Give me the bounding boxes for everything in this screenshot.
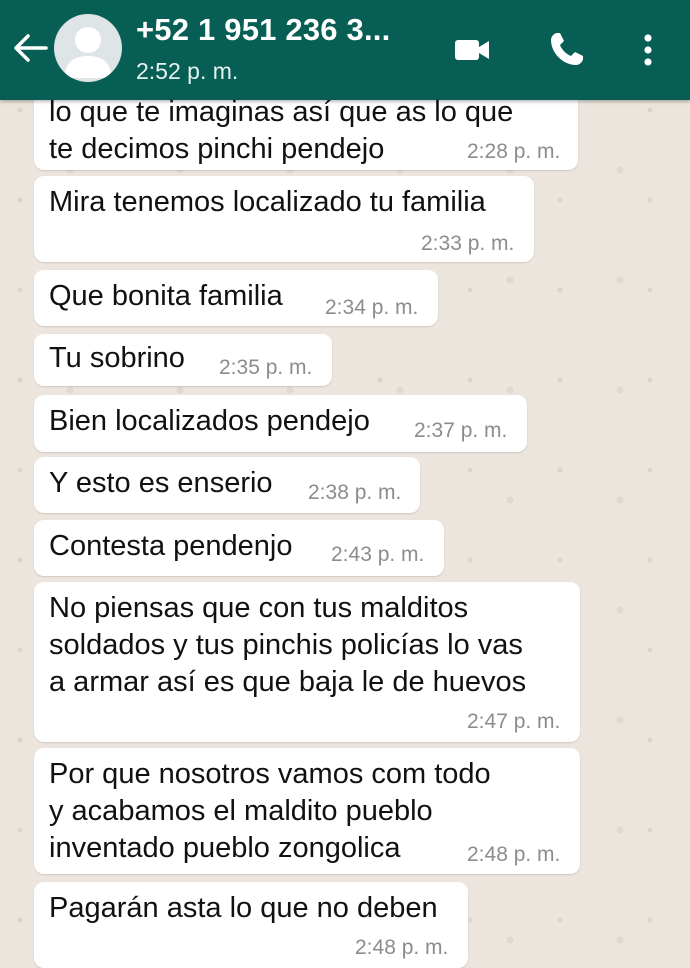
message-text: Que bonita familia (49, 280, 283, 312)
message-text: No piensas que con tus malditos soldados… (49, 592, 527, 698)
message-text: Por que nosotros vamos com todo y acabam… (49, 758, 491, 864)
message-text: Pagarán asta lo que no deben (49, 892, 438, 924)
message-time: 2:37 p. m. (414, 419, 508, 442)
video-call-icon (455, 40, 489, 60)
message-bubble[interactable]: Que bonita familia 2:34 p. m. (34, 270, 438, 326)
video-call-button[interactable] (448, 26, 496, 74)
overflow-menu-button[interactable] (624, 26, 672, 74)
message-bubble[interactable]: Pagarán asta lo que no deben 2:48 p. m. (34, 882, 468, 968)
message-text: Tu sobrino (49, 342, 185, 374)
message-time: 2:34 p. m. (325, 296, 419, 319)
contact-avatar[interactable] (54, 14, 122, 82)
message-time: 2:35 p. m. (219, 356, 313, 379)
message-text: lo que te imaginas así que as lo que te … (49, 96, 514, 165)
phone-call-icon (551, 33, 583, 65)
message-text: Y esto es enserio (49, 467, 273, 499)
message-time: 2:38 p. m. (308, 481, 402, 504)
message-text: Mira tenemos localizado tu familia (49, 186, 486, 218)
back-arrow-icon (14, 34, 48, 62)
message-text: Contesta pendenjo (49, 530, 293, 562)
avatar-icon (64, 27, 112, 78)
message-bubble[interactable]: Contesta pendenjo 2:43 p. m. (34, 520, 444, 576)
message-bubble[interactable]: Tu sobrino 2:35 p. m. (34, 334, 332, 386)
message-time: 2:48 p. m. (355, 936, 449, 959)
message-bubble[interactable]: Por que nosotros vamos com todo y acabam… (34, 748, 580, 874)
message-time: 2:43 p. m. (331, 543, 425, 566)
last-seen-status: 2:52 p. m. (136, 58, 239, 84)
message-bubble[interactable]: Y esto es enserio 2:38 p. m. (34, 457, 420, 513)
message-time: 2:33 p. m. (421, 232, 515, 255)
message-bubble[interactable]: Bien localizados pendejo 2:37 p. m. (34, 395, 527, 452)
chat-header: +52 1 951 236 3... 2:52 p. m. (0, 0, 690, 100)
message-time: 2:28 p. m. (467, 140, 561, 163)
message-text: Bien localizados pendejo (49, 405, 370, 437)
more-vert-icon (644, 34, 652, 66)
message-bubble[interactable]: No piensas que con tus malditos soldados… (34, 582, 580, 742)
voice-call-button[interactable] (542, 26, 590, 74)
message-time: 2:48 p. m. (467, 843, 561, 866)
back-button[interactable] (8, 26, 52, 70)
contact-name[interactable]: +52 1 951 236 3... (136, 12, 390, 48)
message-time: 2:47 p. m. (467, 710, 561, 733)
message-bubble[interactable]: Mira tenemos localizado tu familia 2:33 … (34, 176, 534, 262)
